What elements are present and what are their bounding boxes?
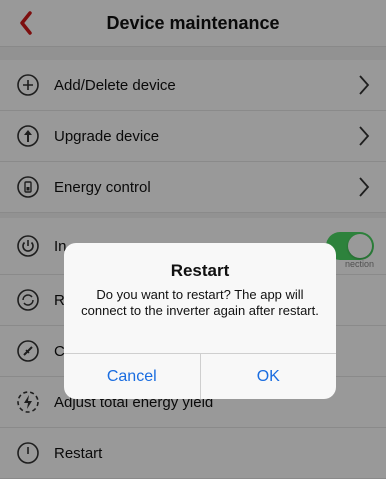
dialog-title: Restart: [170, 261, 230, 280]
modal-overlay[interactable]: [0, 0, 386, 479]
dialog-actions: Cancel OK: [64, 353, 336, 399]
restart-dialog: Restart Do you want to restart? The app …: [64, 243, 336, 399]
device-maintenance-screen: Device maintenance Add/Delete device Upg…: [0, 0, 386, 479]
ok-button[interactable]: OK: [199, 354, 337, 399]
dialog-message: Do you want to restart? The app will con…: [81, 287, 319, 318]
cancel-button[interactable]: Cancel: [64, 354, 200, 399]
